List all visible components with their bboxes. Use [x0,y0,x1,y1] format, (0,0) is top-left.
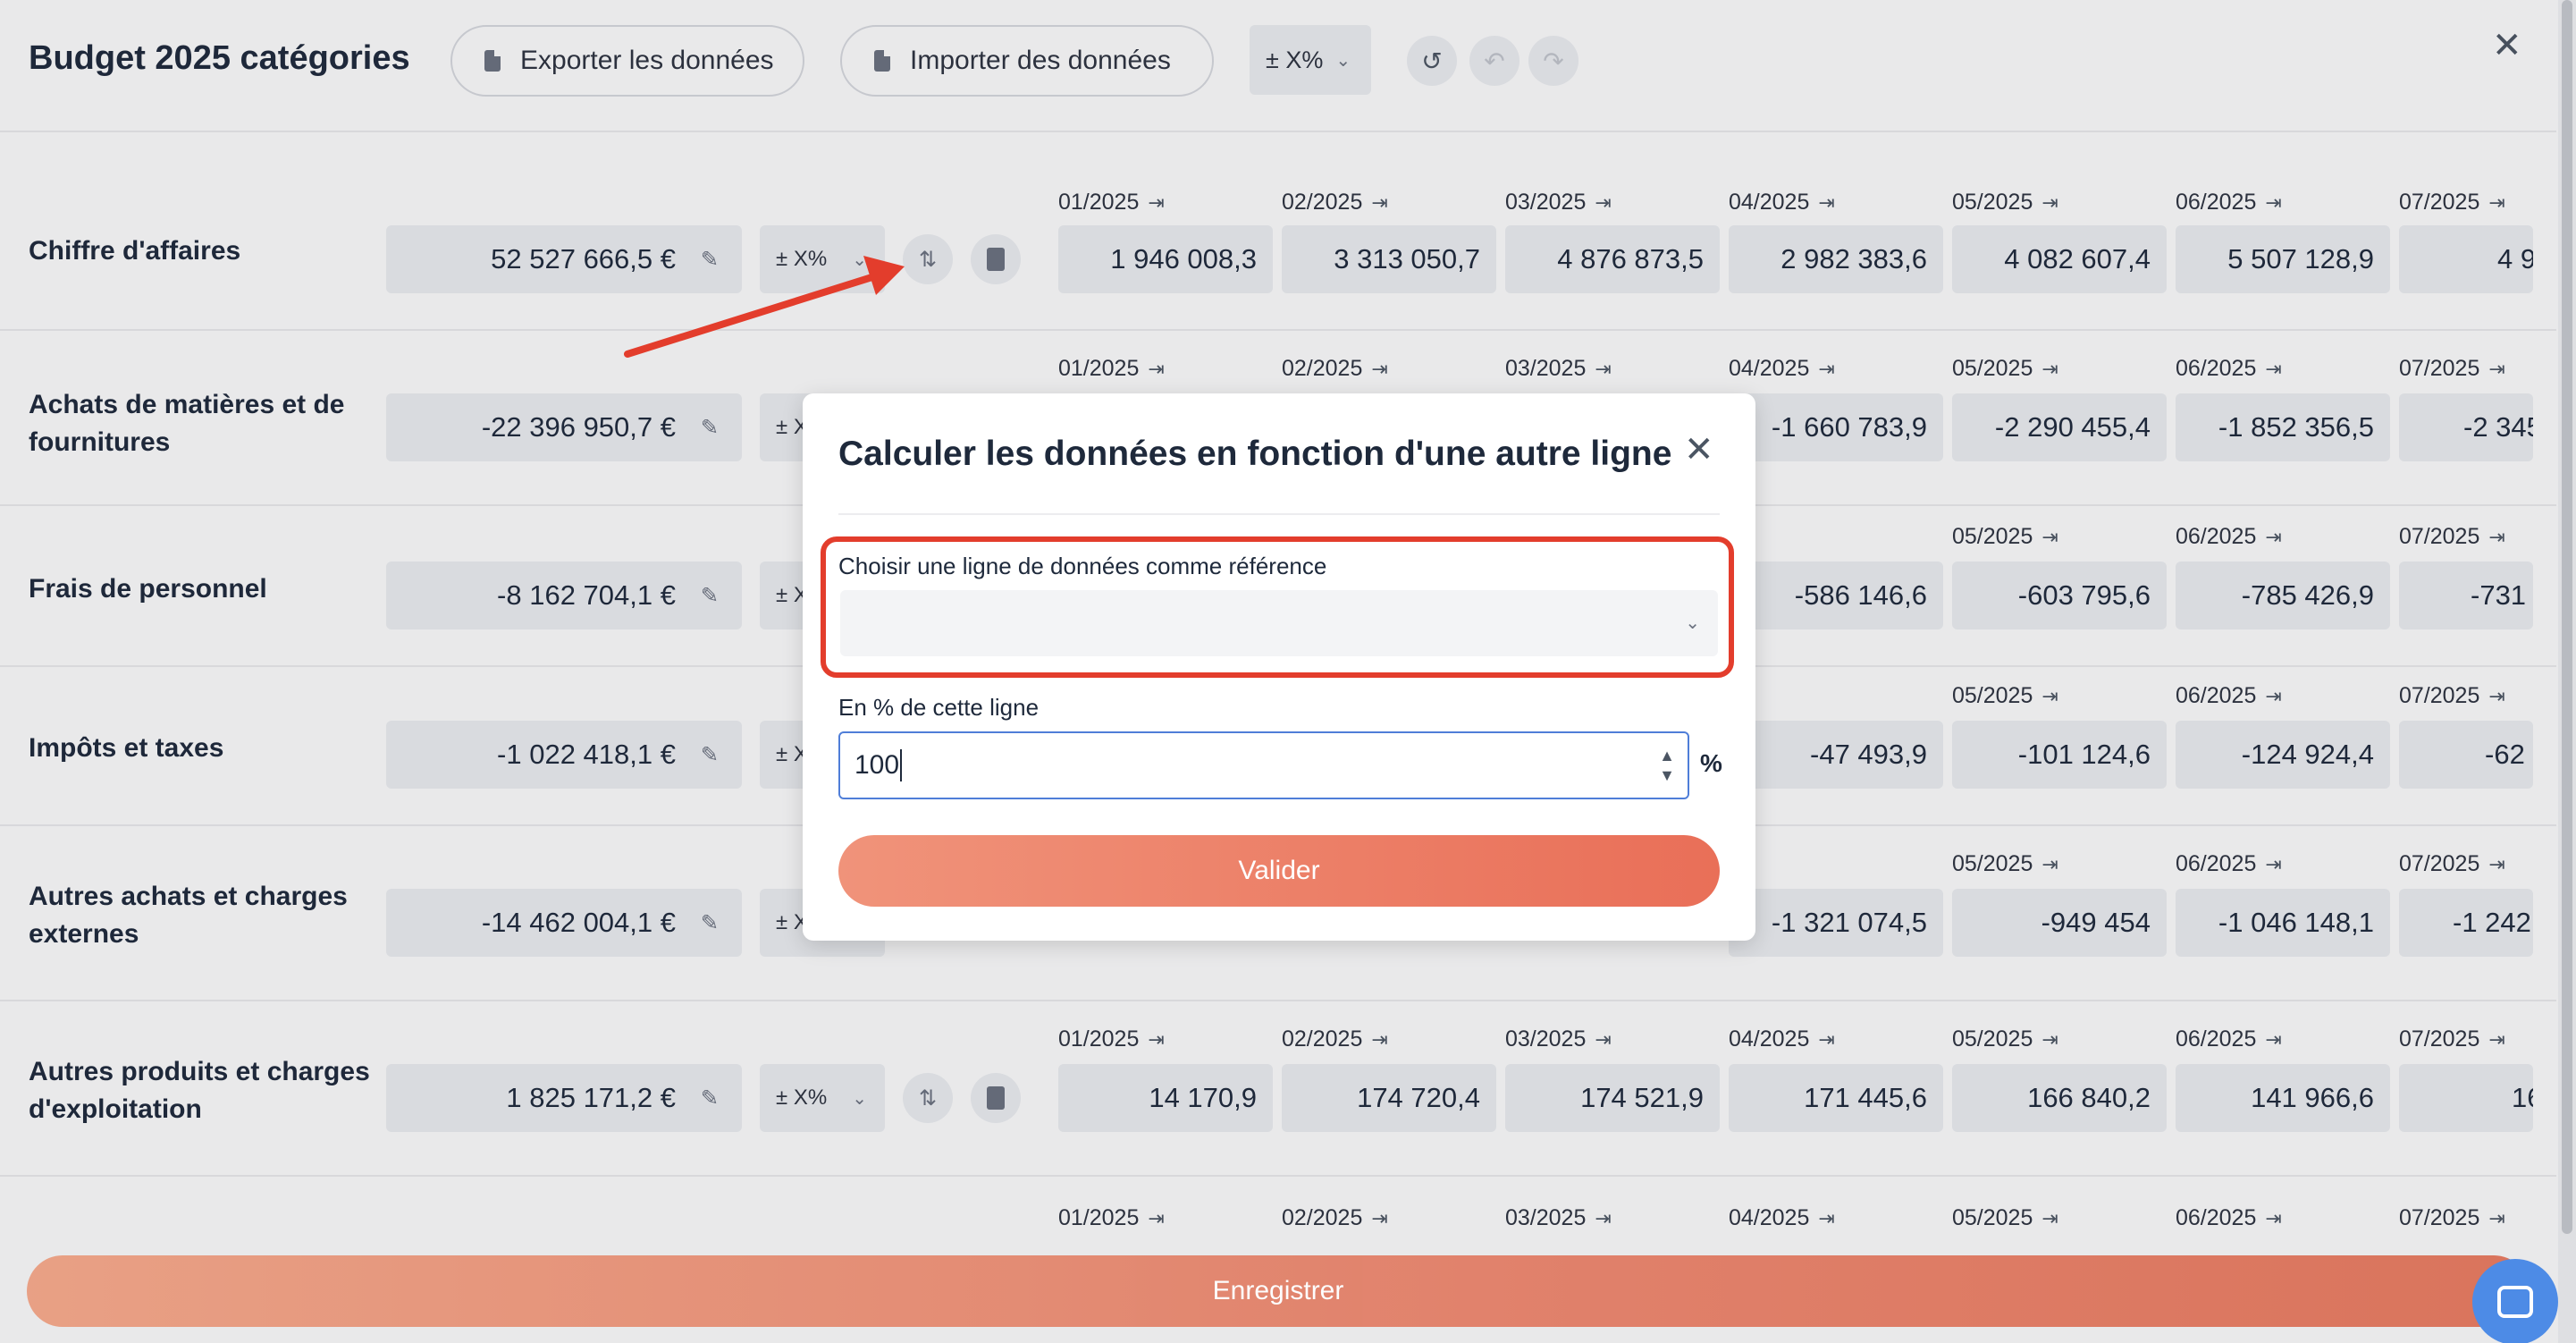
percent-input[interactable]: 100 ▲ ▼ [838,731,1689,799]
save-button[interactable]: Enregistrer [27,1255,2530,1327]
divider [838,513,1720,515]
annotation-arrow [624,256,905,358]
budget-page: Budget 2025 catégories Exporter les donn… [0,0,2576,1343]
spinner-icon[interactable]: ▲ ▼ [1659,746,1675,785]
close-icon[interactable]: ✕ [1684,429,1714,470]
percent-label: En % de cette ligne [838,694,1040,721]
reference-select[interactable]: ⌄ [840,590,1718,656]
chat-support-button[interactable] [2472,1259,2558,1343]
validate-button[interactable]: Valider [838,835,1720,907]
percent-sign: % [1700,749,1722,777]
chevron-down-icon: ⌄ [1685,613,1700,633]
modal-title: Calculer les données en fonction d'une a… [838,435,1672,473]
calc-modal: Calculer les données en fonction d'une a… [803,393,1755,941]
chat-icon [2497,1286,2533,1318]
reference-label: Choisir une ligne de données comme référ… [838,553,1327,579]
